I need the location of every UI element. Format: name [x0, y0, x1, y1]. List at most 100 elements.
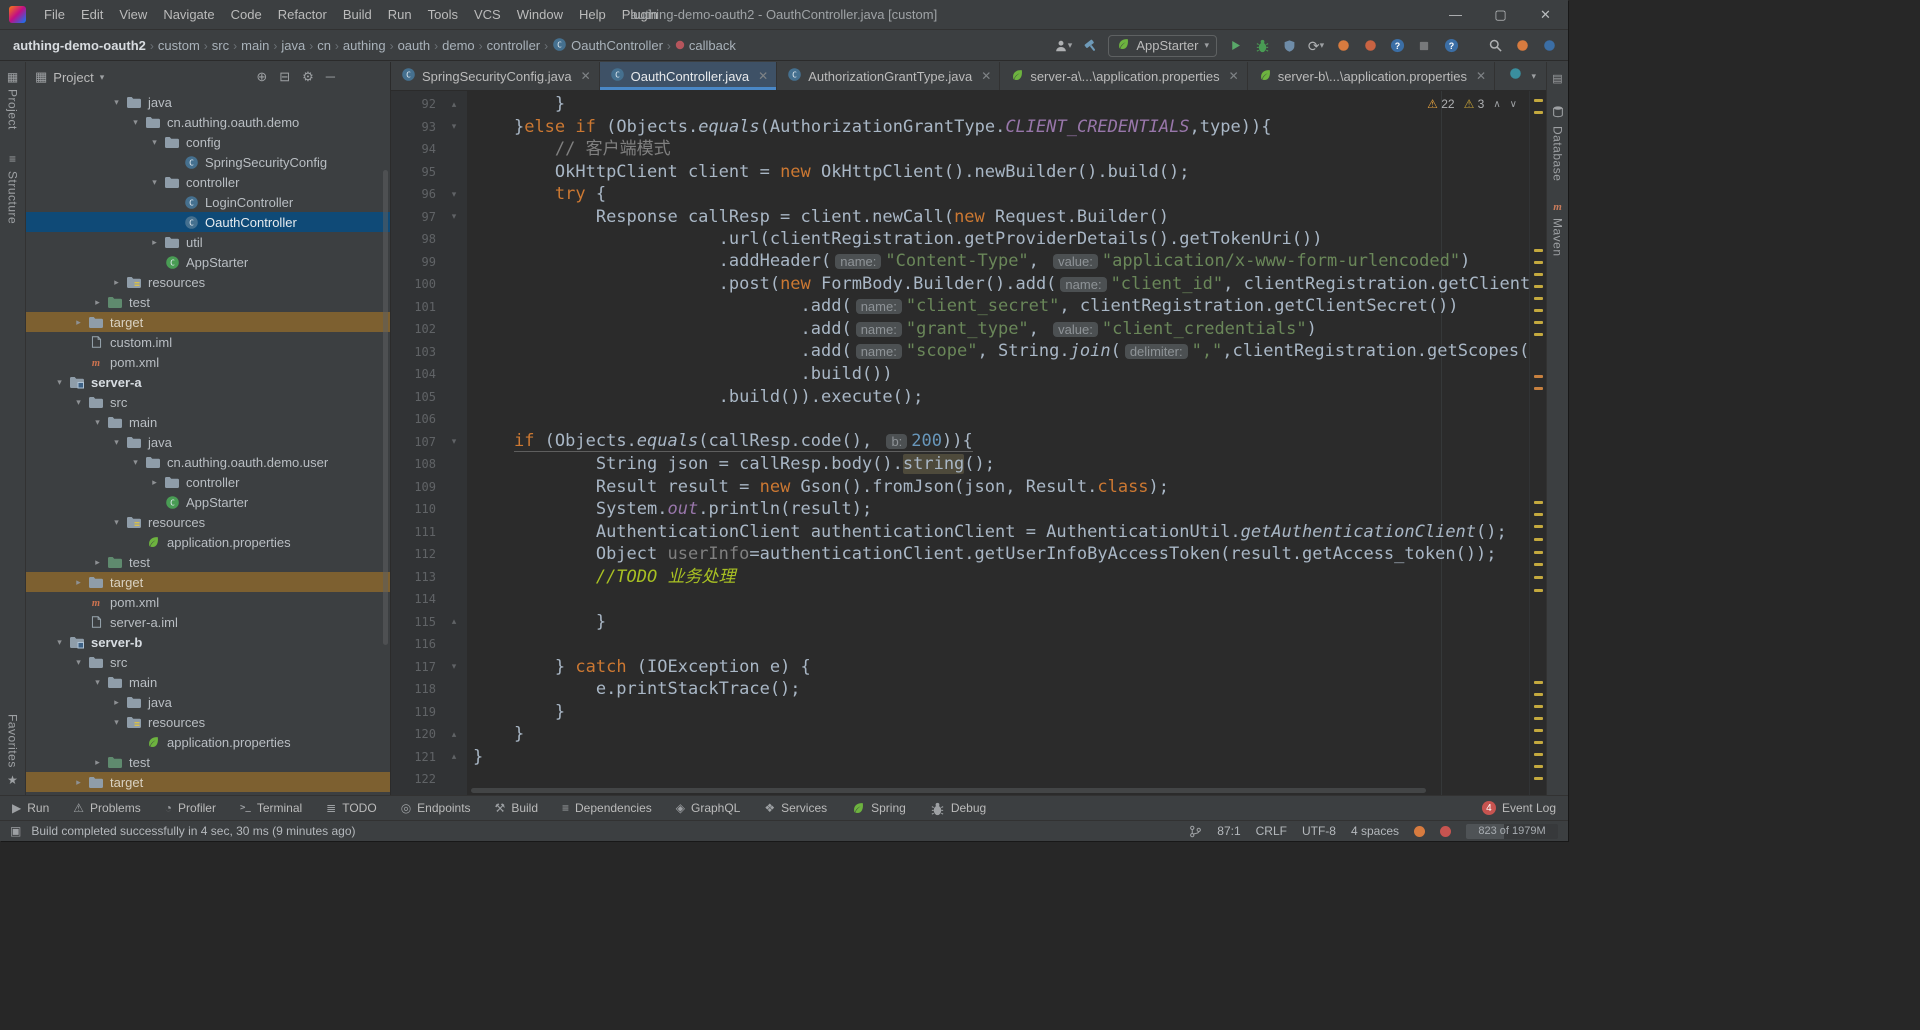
tree-item[interactable]: ▾resources [26, 712, 390, 732]
chevron-right-icon[interactable]: ▸ [70, 317, 87, 328]
editor-tab[interactable]: CAuthorizationGrantType.java✕ [777, 62, 1000, 90]
tree-item[interactable]: ▸test [26, 752, 390, 772]
prev-problem-icon[interactable]: ∧ [1493, 99, 1500, 110]
tree-item[interactable]: application.properties [26, 532, 390, 552]
inspection-mark[interactable] [1534, 753, 1543, 756]
git-branch-icon[interactable] [1189, 825, 1202, 838]
tree-item[interactable]: ▸controller [26, 472, 390, 492]
close-tab-icon[interactable]: ✕ [758, 69, 768, 83]
inspection-mark[interactable] [1534, 525, 1543, 528]
breadcrumb-item[interactable]: cn [314, 36, 334, 55]
menu-item[interactable]: Help [571, 3, 614, 26]
menu-item[interactable]: Build [335, 3, 380, 26]
menu-item[interactable]: Refactor [270, 3, 335, 26]
tree-item[interactable]: ▸resources [26, 272, 390, 292]
inspection-mark[interactable] [1534, 375, 1543, 378]
next-problem-icon[interactable]: ∨ [1510, 99, 1517, 110]
inspection-mark[interactable] [1534, 387, 1543, 390]
tool-window-button-build[interactable]: ⚒Build [495, 801, 538, 815]
tool-window-button-graphql[interactable]: ◈GraphQL [676, 801, 741, 815]
fold-marker-icon[interactable]: ▾ [443, 211, 465, 222]
breadcrumb-item[interactable]: COauthController [549, 35, 666, 57]
tree-item[interactable]: ▾controller [26, 172, 390, 192]
debug-button[interactable] [1253, 36, 1271, 56]
stop-button[interactable] [1415, 36, 1433, 56]
chevron-down-icon[interactable]: ▾ [70, 657, 87, 668]
tree-item[interactable]: COauthController [26, 212, 390, 232]
settings-gear-icon[interactable]: ⚙ [302, 69, 314, 85]
breadcrumb-item[interactable]: java [278, 36, 308, 55]
editor-tab[interactable]: CSpringSecurityConfig.java✕ [391, 62, 600, 90]
menu-item[interactable]: VCS [466, 3, 509, 26]
inspection-mark[interactable] [1534, 111, 1543, 114]
tree-item[interactable]: ▸util [26, 232, 390, 252]
menu-item[interactable]: View [111, 3, 155, 26]
menu-item[interactable]: Tools [420, 3, 466, 26]
tool-window-button-todo[interactable]: ≣TODO [326, 801, 377, 815]
tool-window-button-problems[interactable]: ⚠Problems [73, 801, 140, 815]
breadcrumb-item[interactable]: callback [672, 36, 739, 55]
help-remote-icon[interactable]: ? [1442, 36, 1460, 56]
breadcrumb-item[interactable]: main [238, 36, 272, 55]
tree-item[interactable]: server-a.iml [26, 612, 390, 632]
project-scrollbar[interactable] [383, 170, 388, 645]
fold-marker-icon[interactable]: ▴ [443, 729, 465, 740]
inspection-mark[interactable] [1534, 589, 1543, 592]
chevron-down-icon[interactable]: ▾ [89, 417, 106, 428]
chevron-down-icon[interactable]: ▾ [51, 377, 68, 388]
help-icon[interactable]: ? [1388, 36, 1406, 56]
chevron-right-icon[interactable]: ▸ [108, 277, 125, 288]
tool-window-button-endpoints[interactable]: ◎Endpoints [401, 801, 471, 815]
inspection-mark[interactable] [1534, 576, 1543, 579]
event-log-button[interactable]: 4Event Log [1482, 801, 1556, 815]
fold-marker-icon[interactable]: ▾ [443, 189, 465, 200]
inspection-mark[interactable] [1534, 741, 1543, 744]
chevron-right-icon[interactable]: ▸ [89, 557, 106, 568]
tree-item[interactable]: ▸test [26, 292, 390, 312]
inspection-mark[interactable] [1534, 729, 1543, 732]
chevron-down-icon[interactable]: ▾ [108, 717, 125, 728]
breadcrumb-item[interactable]: controller [484, 36, 543, 55]
tree-item[interactable]: ▾config [26, 132, 390, 152]
tree-item[interactable]: ▾cn.authing.oauth.demo.user [26, 452, 390, 472]
build-hammer-icon[interactable] [1081, 36, 1099, 56]
tree-item[interactable]: ▾src [26, 652, 390, 672]
inspection-mark[interactable] [1534, 297, 1543, 300]
chevron-down-icon[interactable]: ▾ [108, 97, 125, 108]
chevron-down-icon[interactable]: ▾ [108, 437, 125, 448]
chevron-right-icon[interactable]: ▸ [89, 297, 106, 308]
code-editor[interactable]: 92▴ }93▾ }else if (Objects.equals(Author… [391, 91, 1529, 795]
tree-item[interactable]: ▾src [26, 392, 390, 412]
inspection-mark[interactable] [1534, 777, 1543, 780]
tree-item[interactable]: ▾java [26, 92, 390, 112]
inspection-mark[interactable] [1534, 321, 1543, 324]
horizontal-scrollbar[interactable] [471, 788, 1426, 793]
chevron-right-icon[interactable]: ▸ [70, 777, 87, 788]
inspection-mark[interactable] [1534, 705, 1543, 708]
inspection-mark[interactable] [1534, 249, 1543, 252]
inspections-widget[interactable]: ⚠ 22 ⚠ 3 ∧ ∨ [1427, 97, 1517, 111]
fold-marker-icon[interactable]: ▴ [443, 751, 465, 762]
close-tab-icon[interactable]: ✕ [581, 69, 591, 83]
tree-item[interactable]: CAppStarter [26, 252, 390, 272]
tree-item[interactable]: ▸target [26, 312, 390, 332]
tool-window-switcher-icon[interactable]: ▣ [10, 824, 21, 838]
menu-item[interactable]: Window [509, 3, 571, 26]
hierarchy-icon[interactable]: ▤ [1552, 72, 1562, 85]
breadcrumb-item[interactable]: oauth [395, 36, 434, 55]
run-button[interactable] [1226, 36, 1244, 56]
chevron-right-icon[interactable]: ▸ [89, 757, 106, 768]
breadcrumb-item[interactable]: src [209, 36, 232, 55]
chevron-down-icon[interactable]: ▾ [127, 117, 144, 128]
inspection-mark[interactable] [1534, 538, 1543, 541]
tool-window-button-profiler[interactable]: ◔Profiler [165, 801, 216, 815]
tool-window-button-project[interactable]: ▦ Project [6, 70, 20, 130]
close-button[interactable]: ✕ [1523, 0, 1568, 30]
run-configuration-selector[interactable]: AppStarter▾ [1108, 35, 1217, 57]
tree-item[interactable]: mpom.xml [26, 592, 390, 612]
minimize-button[interactable]: — [1433, 0, 1478, 30]
inspection-mark[interactable] [1534, 717, 1543, 720]
chevron-down-icon[interactable]: ▾ [108, 517, 125, 528]
menu-item[interactable]: File [36, 3, 73, 26]
breadcrumb-item[interactable]: demo [439, 36, 478, 55]
